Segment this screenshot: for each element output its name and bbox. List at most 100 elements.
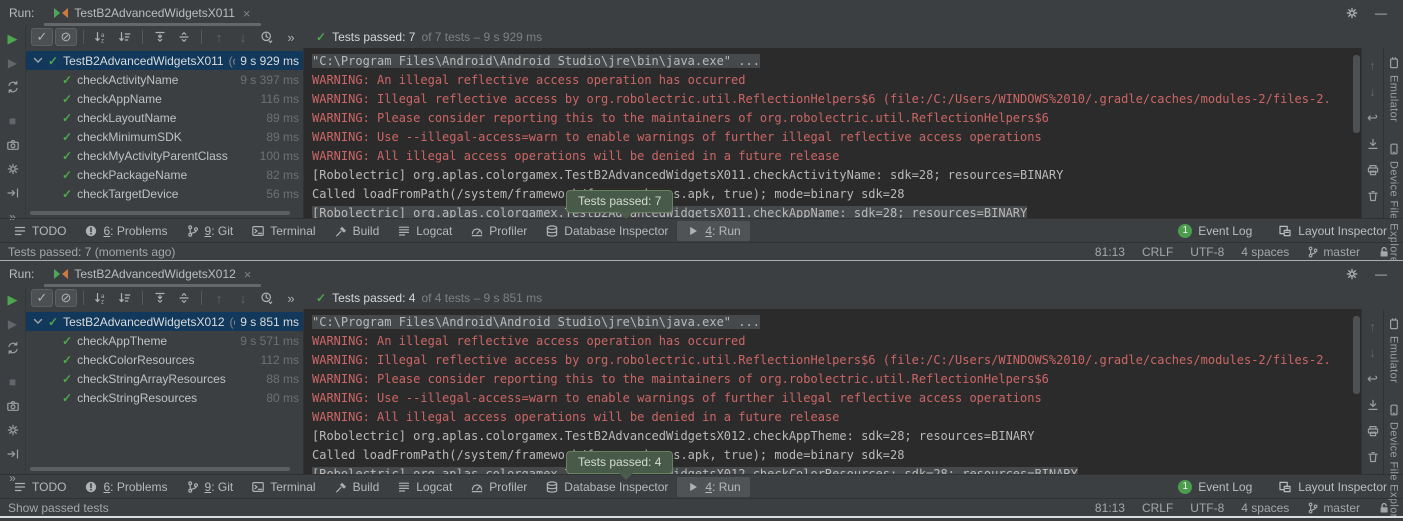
scroll-to-end-icon[interactable] [1365,136,1381,151]
sort-by-duration-icon[interactable] [114,289,136,307]
screenshot-camera-icon[interactable] [5,399,21,413]
test-row[interactable]: ✓ checkColorResources 112 ms [26,350,303,369]
test-suite-row[interactable]: ✓ TestB2AdvancedWidgetsX012 (org.a 9 s 8… [26,312,303,331]
rerun-failed-tests-icon[interactable]: ▶ [5,317,21,331]
next-occurrence-icon[interactable]: ↓ [1365,345,1381,360]
next-occurrence-icon[interactable]: ↓ [232,289,254,307]
screenshot-camera-icon[interactable] [5,138,21,152]
toolwindow-button-git[interactable]: 9: Git [177,477,243,497]
caret-position[interactable]: 81:13 [1095,245,1125,259]
show-ignored-icon[interactable]: ⊘ [55,289,77,307]
run-tab[interactable]: TestB2AdvancedWidgetsX012 × [44,261,261,287]
soft-wrap-icon[interactable]: ↩ [1365,371,1381,386]
test-row[interactable]: ✓ checkActivityName 9 s 397 ms [26,70,303,89]
rerun-automatically-icon[interactable] [5,341,21,355]
toolwindow-button-terminal[interactable]: Terminal [242,477,324,497]
show-passed-icon[interactable]: ✓ [31,289,53,307]
indent-size[interactable]: 4 spaces [1241,501,1289,515]
git-branch-widget[interactable]: master [1306,245,1360,259]
test-row[interactable]: ✓ checkTargetDevice 56 ms [26,184,303,203]
line-separator[interactable]: CRLF [1142,501,1173,515]
clear-all-trash-icon[interactable] [1365,188,1381,203]
print-icon[interactable] [1365,423,1381,438]
git-branch-widget[interactable]: master [1306,501,1360,515]
chevron-down-icon[interactable] [33,318,43,325]
rerun-icon[interactable]: ▶ [5,31,21,46]
test-row[interactable]: ✓ checkMyActivityParentClass 100 ms [26,146,303,165]
toolwindow-button-run[interactable]: 4: Run [677,477,749,497]
toolwindow-button-database-inspector[interactable]: Database Inspector [536,221,677,241]
toolwindow-button-run[interactable]: 4: Run [677,221,749,241]
scroll-to-end-icon[interactable] [1365,397,1381,412]
import-tests-icon[interactable] [5,186,21,200]
soft-wrap-icon[interactable]: ↩ [1365,110,1381,125]
toolwindow-button-problems[interactable]: 6: Problems [75,221,176,241]
collapse-all-icon[interactable] [173,28,195,46]
stop-icon[interactable]: ■ [5,114,21,128]
previous-occurrence-icon[interactable]: ↑ [208,289,230,307]
event-log-button[interactable]: 1 Event Log [1178,224,1252,238]
run-tab[interactable]: TestB2AdvancedWidgetsX011 × [44,0,260,26]
test-settings-gear-icon[interactable] [5,423,21,437]
emulator-button[interactable]: Emulator [1387,317,1401,383]
divider[interactable] [83,291,84,305]
test-row[interactable]: ✓ checkMinimumSDK 89 ms [26,127,303,146]
test-suite-row[interactable]: ✓ TestB2AdvancedWidgetsX011 (org.a 9 s 9… [26,51,303,70]
test-row[interactable]: ✓ checkAppTheme 9 s 571 ms [26,331,303,350]
rerun-failed-tests-icon[interactable]: ▶ [5,56,21,70]
hide-tool-window-icon[interactable]: — [1375,267,1387,281]
file-encoding[interactable]: UTF-8 [1190,245,1224,259]
divider[interactable] [142,30,143,44]
divider[interactable] [201,291,202,305]
divider[interactable] [201,30,202,44]
print-icon[interactable] [1365,162,1381,177]
toolwindow-button-todo[interactable]: TODO [4,477,75,497]
more-toolbar-chevrons-icon[interactable]: » [280,28,302,46]
chevron-down-icon[interactable] [33,57,43,64]
toolwindow-button-build[interactable]: Build [325,477,389,497]
toolwindow-button-logcat[interactable]: Logcat [388,221,461,241]
indent-size[interactable]: 4 spaces [1241,245,1289,259]
lock-icon[interactable] [1377,245,1391,259]
clear-all-trash-icon[interactable] [1365,449,1381,464]
settings-gear-icon[interactable] [1345,6,1359,20]
toolwindow-button-build[interactable]: Build [325,221,389,241]
vertical-scrollbar[interactable] [1353,55,1360,133]
settings-gear-icon[interactable] [1345,267,1359,281]
previous-occurrence-icon[interactable]: ↑ [208,28,230,46]
rerun-icon[interactable]: ▶ [5,292,21,307]
hide-tool-window-icon[interactable]: — [1375,6,1387,20]
next-occurrence-icon[interactable]: ↓ [232,28,254,46]
horizontal-scrollbar[interactable] [30,467,290,471]
console-output[interactable]: "C:\Program Files\Android\Android Studio… [303,309,1361,474]
layout-inspector-button[interactable]: Layout Inspector [1278,480,1387,494]
test-row[interactable]: ✓ checkPackageName 82 ms [26,165,303,184]
next-occurrence-icon[interactable]: ↓ [1365,84,1381,99]
event-log-button[interactable]: 1 Event Log [1178,480,1252,494]
toolwindow-button-terminal[interactable]: Terminal [242,221,324,241]
toolwindow-button-todo[interactable]: TODO [4,221,75,241]
more-toolbar-chevrons-icon[interactable]: » [280,289,302,307]
prev-occurrence-icon[interactable]: ↑ [1365,58,1381,73]
sort-alphabetically-icon[interactable]: az [90,28,112,46]
line-separator[interactable]: CRLF [1142,245,1173,259]
toolwindow-button-problems[interactable]: 6: Problems [75,477,176,497]
test-row[interactable]: ✓ checkAppName 116 ms [26,89,303,108]
test-row[interactable]: ✓ checkLayoutName 89 ms [26,108,303,127]
prev-occurrence-icon[interactable]: ↑ [1365,319,1381,334]
toolwindow-button-database-inspector[interactable]: Database Inspector [536,477,677,497]
toolwindow-button-profiler[interactable]: Profiler [461,477,536,497]
caret-position[interactable]: 81:13 [1095,501,1125,515]
divider[interactable] [142,291,143,305]
import-tests-icon[interactable] [5,447,21,461]
sort-by-duration-icon[interactable] [114,28,136,46]
collapse-all-icon[interactable] [173,289,195,307]
emulator-button[interactable]: Emulator [1387,56,1401,122]
file-encoding[interactable]: UTF-8 [1190,501,1224,515]
close-tab-icon[interactable]: × [244,267,252,282]
vertical-scrollbar[interactable] [1353,316,1360,394]
test-row[interactable]: ✓ checkStringArrayResources 88 ms [26,369,303,388]
console-output[interactable]: "C:\Program Files\Android\Android Studio… [303,48,1361,218]
toolwindow-button-profiler[interactable]: Profiler [461,221,536,241]
sort-alphabetically-icon[interactable]: az [90,289,112,307]
